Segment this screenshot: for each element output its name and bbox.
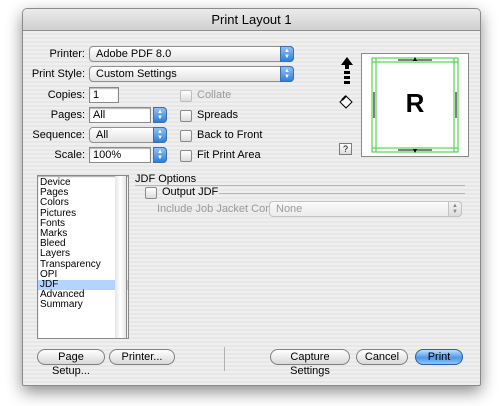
spreads-checkbox[interactable]: [180, 110, 192, 122]
sequence-label: Sequence:: [32, 129, 85, 141]
printer-button[interactable]: Printer...: [109, 349, 175, 365]
pages-field[interactable]: All: [89, 107, 151, 123]
output-jdf-checkbox[interactable]: [145, 187, 157, 199]
chevron-updown-icon: ▲ ▼: [280, 46, 294, 62]
copies-label: Copies:: [47, 89, 85, 101]
page-setup-button[interactable]: Page Setup...: [37, 349, 105, 377]
fit-print-area-checkbox[interactable]: [180, 150, 192, 162]
print-style-label: Print Style:: [31, 68, 85, 80]
rotate-icon[interactable]: [339, 95, 353, 109]
chevron-updown-icon: ▲ ▼: [153, 127, 167, 143]
printer-popup[interactable]: Adobe PDF 8.0 ▲ ▼: [89, 46, 294, 62]
pages-label: Pages:: [50, 109, 85, 121]
printer-value: Adobe PDF 8.0: [96, 48, 172, 60]
include-job-jacket-value: None: [276, 203, 303, 215]
sequence-popup[interactable]: All ▲ ▼: [89, 127, 167, 143]
fit-print-area-label: Fit Print Area: [197, 149, 261, 161]
collate-checkbox[interactable]: [180, 90, 192, 102]
chevron-updown-icon: ▲ ▼: [280, 66, 294, 82]
preview-letter: R: [405, 88, 425, 118]
output-jdf-line: [219, 193, 465, 194]
title-bar: Print Layout 1: [23, 9, 480, 31]
page-preview: R: [361, 53, 469, 157]
copies-field[interactable]: 1: [89, 87, 119, 103]
button-separator: [224, 347, 225, 371]
printer-label: Printer:: [49, 48, 85, 60]
output-jdf-label: Output JDF: [162, 186, 219, 198]
help-icon[interactable]: ?: [339, 143, 352, 155]
print-button[interactable]: Print: [415, 349, 463, 365]
chevron-updown-icon: ▲ ▼: [153, 107, 167, 123]
portrait-arrow-icon[interactable]: [341, 57, 353, 87]
print-style-popup[interactable]: Custom Settings ▲ ▼: [89, 66, 294, 82]
print-dialog: Print Layout 1 Printer: Adobe PDF 8.0 ▲ ▼…: [22, 8, 481, 386]
cancel-button[interactable]: Cancel: [356, 349, 408, 365]
sequence-value: All: [96, 129, 109, 141]
jdf-options-heading: JDF Options: [135, 173, 197, 185]
capture-settings-button[interactable]: Capture Settings: [270, 349, 350, 377]
back-to-front-checkbox[interactable]: [180, 130, 192, 142]
include-job-jacket-popup[interactable]: None ▲ ▼: [269, 201, 462, 217]
chevron-updown-icon: ▲ ▼: [448, 201, 462, 217]
pages-popup[interactable]: ▲ ▼: [153, 107, 167, 123]
print-style-value: Custom Settings: [96, 68, 177, 80]
scale-popup[interactable]: ▲ ▼: [153, 147, 167, 163]
scale-field[interactable]: 100%: [89, 147, 151, 163]
scale-label: Scale:: [54, 149, 85, 161]
panel-list-scrollbar[interactable]: [115, 175, 127, 339]
back-to-front-label: Back to Front: [197, 129, 263, 141]
collate-label: Collate: [197, 89, 232, 101]
spreads-label: Spreads: [197, 109, 238, 121]
chevron-updown-icon: ▲ ▼: [153, 147, 167, 163]
window-title: Print Layout 1: [211, 12, 292, 27]
